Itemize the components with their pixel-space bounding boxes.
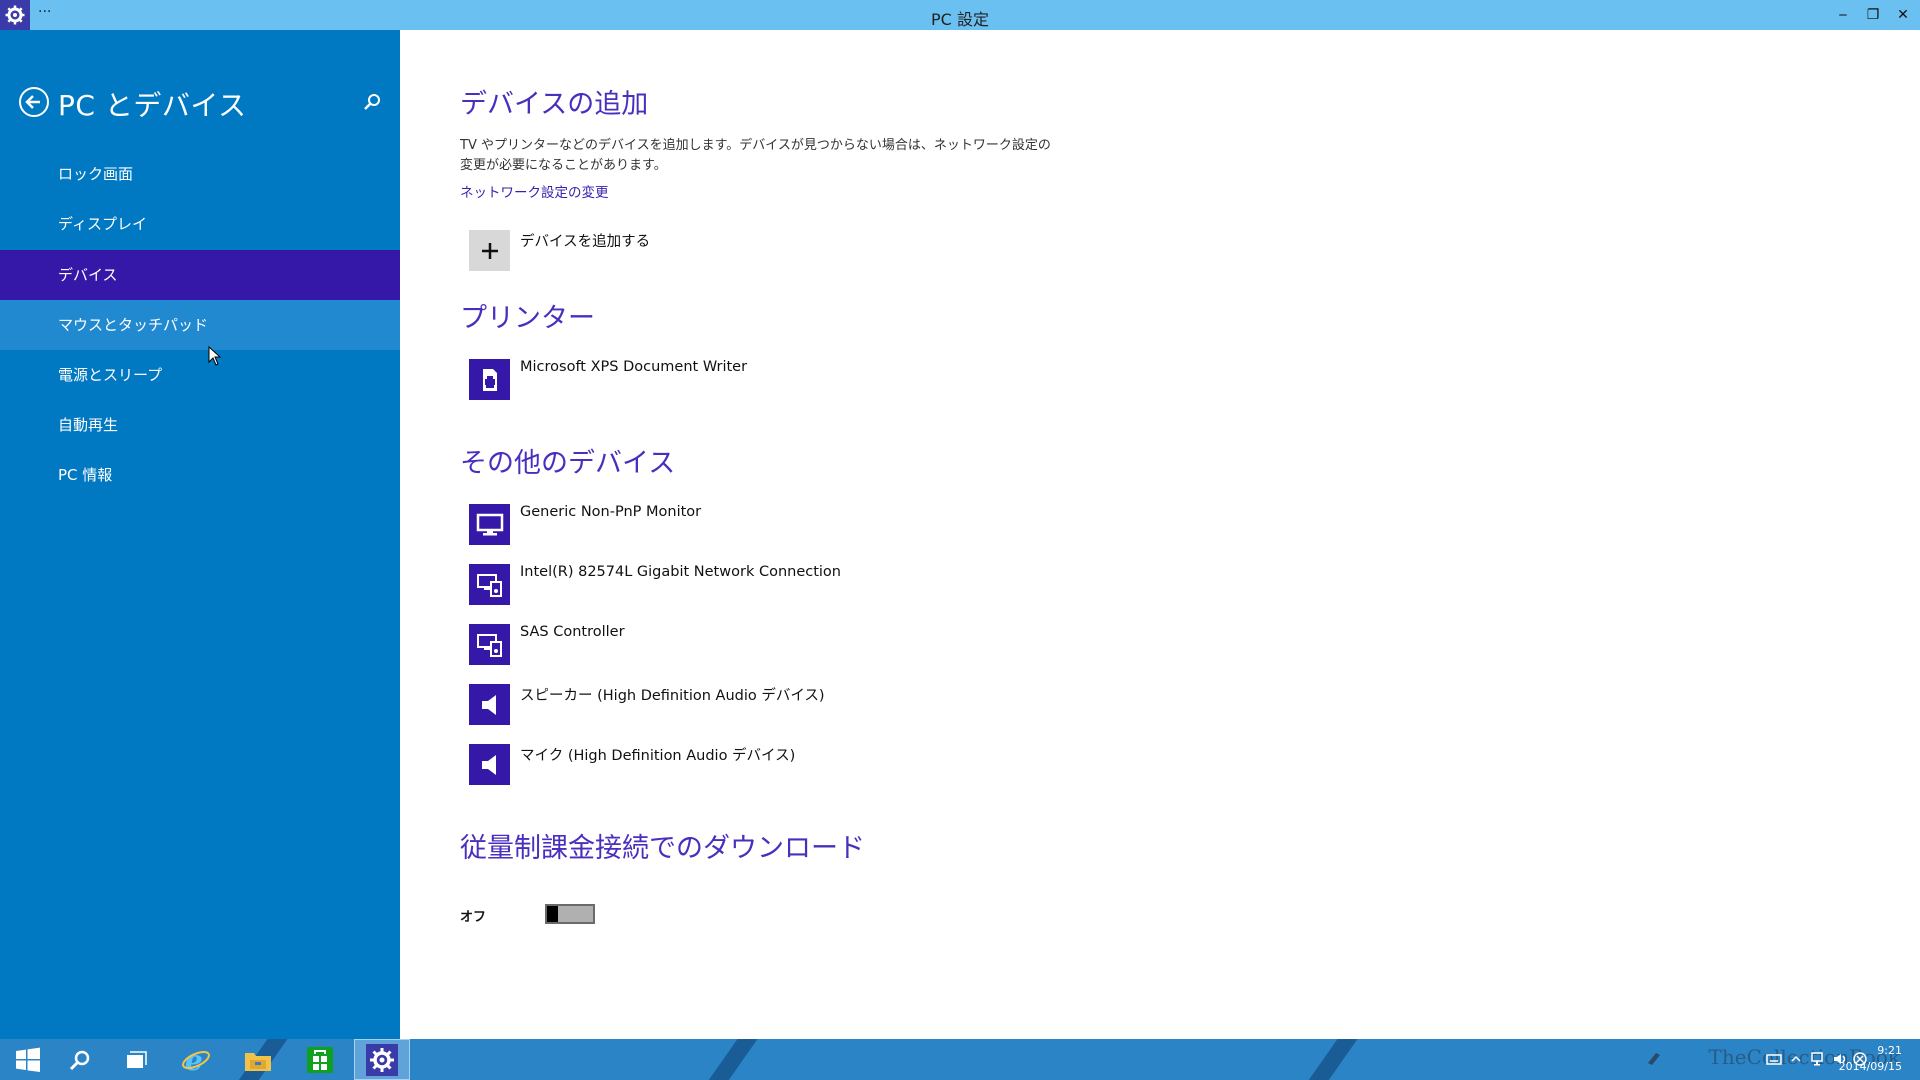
window-title: PC 設定 (931, 10, 989, 29)
sidebar-item-autoplay[interactable]: 自動再生 (0, 400, 400, 450)
metered-download-toggle[interactable] (545, 904, 595, 924)
clock-time: 9:21 (1877, 1044, 1902, 1057)
add-devices-heading: デバイスの追加 (460, 89, 649, 120)
printer-icon (469, 359, 510, 400)
other-devices-heading: その他のデバイス (460, 448, 676, 479)
show-hidden-icons-icon[interactable] (1788, 1051, 1804, 1067)
speaker-icon (469, 744, 510, 785)
list-item[interactable]: Generic Non-PnP Monitor (469, 504, 1069, 546)
book-logo-icon (1648, 1053, 1660, 1065)
system-tray: TheCollectionBook 9:21 2014/09/15 (1620, 1039, 1920, 1080)
taskbar: e TheCollectionBook 9:21 2014/09/15 (0, 1039, 1920, 1080)
sidebar-item-label: PC 情報 (58, 466, 113, 484)
sidebar-item-pc-info[interactable]: PC 情報 (0, 450, 400, 500)
network-settings-link[interactable]: ネットワーク設定の変更 (460, 181, 609, 201)
sidebar-item-display[interactable]: ディスプレイ (0, 199, 400, 249)
device-label: Microsoft XPS Document Writer (520, 359, 748, 375)
sidebar-item-label: ディスプレイ (58, 215, 147, 233)
task-view-icon[interactable] (108, 1039, 164, 1080)
device-label: スピーカー (High Definition Audio デバイス) (520, 688, 825, 704)
sidebar-item-mouse-touchpad[interactable]: マウスとタッチパッド (0, 300, 400, 350)
sidebar-item-label: マウスとタッチパッド (58, 316, 209, 334)
sidebar-item-devices[interactable]: デバイス (0, 250, 400, 300)
title-bar: ··· PC 設定 ‒ ❐ ✕ (0, 0, 1920, 30)
list-item[interactable]: SAS Controller (469, 624, 1069, 666)
list-item[interactable]: マイク (High Definition Audio デバイス) (469, 744, 1069, 786)
start-icon[interactable] (0, 1039, 56, 1080)
sidebar-item-label: 電源とスリープ (58, 366, 163, 384)
device-icon (469, 624, 510, 665)
add-devices-description: TV やプリンターなどのデバイスを追加します。デバイスが見つからない場合は、ネッ… (460, 138, 1051, 173)
device-label: マイク (High Definition Audio デバイス) (520, 748, 796, 764)
close-button[interactable]: ✕ (1888, 3, 1918, 27)
metered-download-heading: 従量制課金接続でのダウンロード (460, 833, 865, 864)
taskbar-decoration (1295, 1039, 1365, 1080)
store-icon[interactable] (292, 1039, 348, 1080)
network-icon[interactable] (1810, 1051, 1826, 1067)
sidebar-item-lock-screen[interactable]: ロック画面 (0, 149, 400, 199)
clock-date: 2014/09/15 (1838, 1060, 1902, 1073)
toggle-state-label: オフ (460, 910, 487, 925)
sidebar-item-label: デバイス (58, 266, 118, 284)
sidebar-item-label: ロック画面 (58, 165, 134, 183)
main-content: デバイスの追加 TV やプリンターなどのデバイスを追加します。デバイスが見つから… (400, 30, 1920, 1039)
toggle-knob (547, 906, 558, 922)
plus-icon (469, 230, 510, 271)
mouse-cursor-icon (208, 346, 222, 366)
add-device-button[interactable]: デバイスを追加する (469, 230, 1069, 272)
list-item[interactable]: Intel(R) 82574L Gigabit Network Connecti… (469, 564, 1069, 606)
back-arrow-icon[interactable] (18, 86, 50, 118)
settings-icon[interactable] (354, 1039, 410, 1080)
sidebar-item-power-sleep[interactable]: 電源とスリープ (0, 350, 400, 400)
sidebar-item-label: 自動再生 (58, 416, 119, 434)
minimize-button[interactable]: ‒ (1828, 3, 1858, 27)
list-item[interactable]: Microsoft XPS Document Writer (469, 359, 1069, 401)
taskbar-decoration (695, 1039, 765, 1080)
device-label: Generic Non-PnP Monitor (520, 504, 702, 520)
monitor-icon (469, 504, 510, 545)
internet-explorer-icon[interactable]: e (168, 1039, 224, 1080)
device-icon (469, 564, 510, 605)
sidebar: PC とデバイス ロック画面 ディスプレイ デバイス マウスとタッチパッド 電源… (0, 30, 400, 1039)
file-explorer-icon[interactable] (230, 1039, 286, 1080)
search-icon[interactable] (362, 92, 382, 112)
device-label: Intel(R) 82574L Gigabit Network Connecti… (520, 564, 841, 580)
svg-text:e: e (185, 1045, 203, 1075)
restore-button[interactable]: ❐ (1858, 3, 1888, 27)
keyboard-icon[interactable] (1766, 1051, 1782, 1067)
sidebar-title: PC とデバイス (58, 89, 247, 122)
clock[interactable]: 9:21 2014/09/15 (1839, 1043, 1902, 1075)
add-device-label: デバイスを追加する (520, 234, 651, 250)
device-label: SAS Controller (520, 624, 625, 640)
search-icon[interactable] (52, 1039, 108, 1080)
sidebar-header: PC とデバイス (18, 82, 382, 126)
speaker-icon (469, 684, 510, 725)
printers-heading: プリンター (460, 303, 595, 334)
list-item[interactable]: スピーカー (High Definition Audio デバイス) (469, 684, 1069, 726)
